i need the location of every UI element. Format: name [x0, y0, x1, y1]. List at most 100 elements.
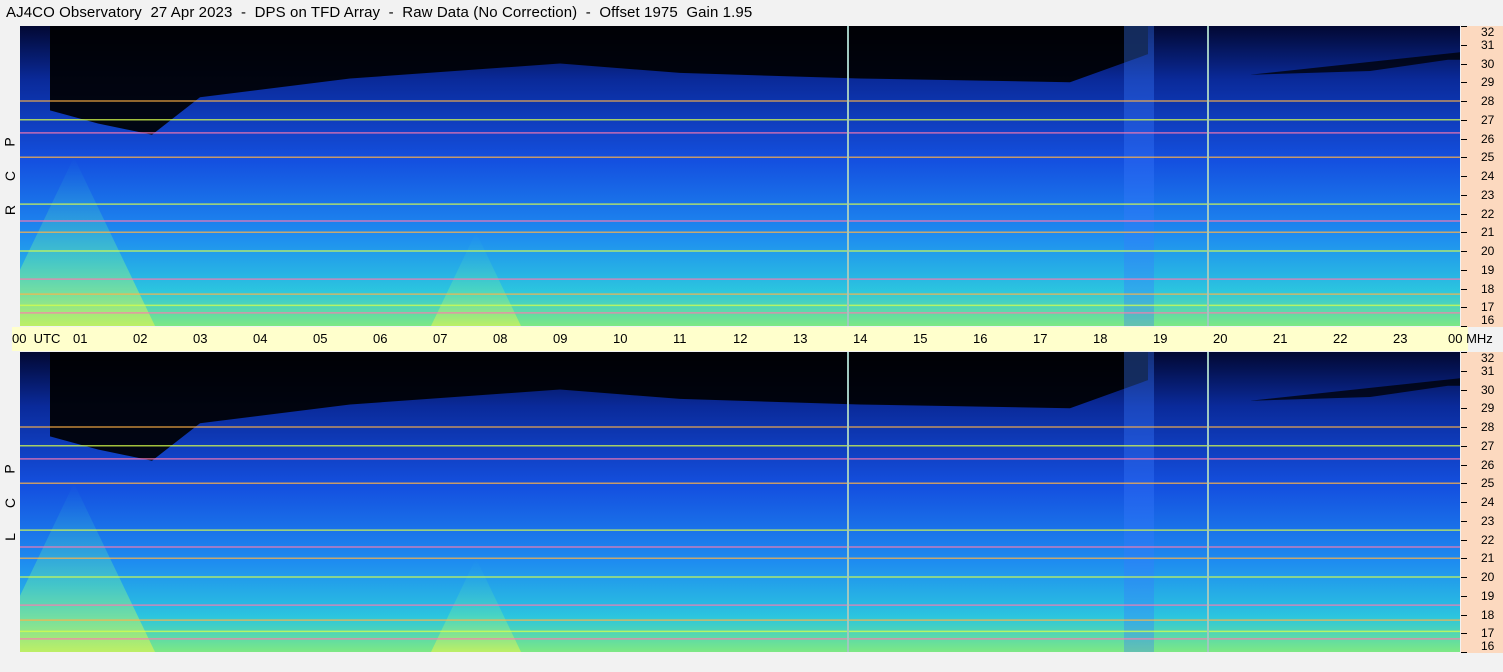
freq-tick-label: 22	[1481, 207, 1495, 221]
utc-tick-label: 01	[73, 331, 88, 346]
freq-tick-label: 29	[1481, 75, 1495, 89]
utc-axis: 00 UTC 01 02 03 04 05 06 07 08 09 10 11 12 13 14 15 16 17…	[12, 327, 1493, 351]
freq-tick-label: 27	[1481, 113, 1495, 127]
utc-tick-label: 05	[313, 331, 328, 346]
utc-tick-label: 15	[913, 331, 928, 346]
burst-column	[1124, 26, 1154, 326]
freq-tick	[1461, 64, 1467, 65]
freq-tick	[1461, 652, 1467, 653]
freq-tick	[1461, 157, 1467, 158]
utc-tick-label: 23	[1393, 331, 1408, 346]
freq-tick	[1461, 82, 1467, 83]
freq-tick-label: 32	[1481, 351, 1495, 365]
freq-tick-label: 32	[1481, 25, 1495, 39]
freq-tick	[1461, 465, 1467, 466]
freq-tick	[1461, 502, 1467, 503]
freq-tick-label: 26	[1481, 458, 1495, 472]
freq-tick	[1461, 101, 1467, 102]
freq-tick-label: 16	[1481, 313, 1495, 327]
freq-tick-label: 18	[1481, 608, 1495, 622]
utc-tick-label: 09	[553, 331, 568, 346]
utc-tick-label: 00 UTC	[12, 331, 61, 346]
freq-tick	[1461, 45, 1467, 46]
freq-tick	[1461, 232, 1467, 233]
freq-tick	[1461, 289, 1467, 290]
freq-tick	[1461, 577, 1467, 578]
freq-tick	[1461, 390, 1467, 391]
utc-tick-label: 12	[733, 331, 748, 346]
freq-tick-label: 26	[1481, 132, 1495, 146]
utc-tick-label: 21	[1273, 331, 1288, 346]
spectrogram-rcp	[20, 26, 1460, 326]
utc-tick-label: 22	[1333, 331, 1348, 346]
freq-tick-label: 18	[1481, 282, 1495, 296]
freq-tick-label: 24	[1481, 495, 1495, 509]
freq-tick-label: 22	[1481, 533, 1495, 547]
freq-tick-label: 25	[1481, 476, 1495, 490]
freq-tick	[1461, 214, 1467, 215]
utc-tick-label: 16	[973, 331, 988, 346]
freq-tick	[1461, 615, 1467, 616]
freq-tick	[1461, 195, 1467, 196]
freq-tick	[1461, 176, 1467, 177]
freq-tick-label: 20	[1481, 244, 1495, 258]
freq-tick-label: 23	[1481, 514, 1495, 528]
burst-column	[1124, 352, 1154, 652]
freq-tick-label: 19	[1481, 263, 1495, 277]
polarization-label-lcp: P C L	[0, 452, 20, 554]
freq-tick-label: 24	[1481, 169, 1495, 183]
freq-tick-label: 21	[1481, 551, 1495, 565]
freq-tick-label: 31	[1481, 38, 1495, 52]
freq-tick	[1461, 540, 1467, 541]
freq-tick	[1461, 270, 1467, 271]
freq-tick-label: 20	[1481, 570, 1495, 584]
freq-tick	[1461, 521, 1467, 522]
utc-tick-label: 06	[373, 331, 388, 346]
freq-tick-label: 17	[1481, 300, 1495, 314]
utc-tick-label: 13	[793, 331, 808, 346]
polarization-label-rcp: P C R	[0, 125, 20, 227]
frequency-axis-lcp: 16 17 18 19 20 21 22 23 24 25 26 27 28 29 30 31 32	[1461, 352, 1503, 653]
freq-tick-label: 27	[1481, 439, 1495, 453]
utc-tick-label: 08	[493, 331, 508, 346]
freq-tick	[1461, 558, 1467, 559]
freq-tick	[1461, 596, 1467, 597]
utc-tick-label: 14	[853, 331, 868, 346]
utc-tick-label: 02	[133, 331, 148, 346]
freq-tick	[1461, 352, 1467, 353]
utc-tick-label: 20	[1213, 331, 1228, 346]
chart-title: AJ4CO Observatory 27 Apr 2023 - DPS on T…	[6, 4, 753, 21]
freq-tick-label: 19	[1481, 589, 1495, 603]
spectrogram-lcp	[20, 352, 1460, 652]
freq-tick-label: 30	[1481, 57, 1495, 71]
freq-tick	[1461, 446, 1467, 447]
freq-tick	[1461, 408, 1467, 409]
utc-tick-label: 10	[613, 331, 628, 346]
freq-tick	[1461, 633, 1467, 634]
freq-tick	[1461, 483, 1467, 484]
freq-tick	[1461, 26, 1467, 27]
freq-tick-label: 29	[1481, 401, 1495, 415]
utc-tick-label: 11	[673, 331, 687, 346]
utc-tick-label: 04	[253, 331, 268, 346]
utc-tick-label: 03	[193, 331, 208, 346]
freq-tick	[1461, 139, 1467, 140]
freq-tick-label: 25	[1481, 150, 1495, 164]
freq-tick-label: 23	[1481, 188, 1495, 202]
freq-tick-label: 30	[1481, 383, 1495, 397]
utc-tick-label: 18	[1093, 331, 1108, 346]
utc-tick-label: 17	[1033, 331, 1048, 346]
freq-tick	[1461, 427, 1467, 428]
freq-tick-label: 17	[1481, 626, 1495, 640]
utc-tick-label: 00 MHz	[1448, 331, 1493, 346]
freq-tick	[1461, 307, 1467, 308]
freq-tick	[1461, 371, 1467, 372]
freq-tick-label: 28	[1481, 94, 1495, 108]
freq-tick-label: 16	[1481, 639, 1495, 653]
freq-tick-label: 28	[1481, 420, 1495, 434]
freq-tick-label: 21	[1481, 225, 1495, 239]
freq-tick	[1461, 120, 1467, 121]
frequency-axis-rcp: 16 17 18 19 20 21 22 23 24 25 26 27 28 29 30 31 32	[1461, 26, 1503, 327]
utc-tick-label: 19	[1153, 331, 1168, 346]
utc-tick-label: 07	[433, 331, 448, 346]
